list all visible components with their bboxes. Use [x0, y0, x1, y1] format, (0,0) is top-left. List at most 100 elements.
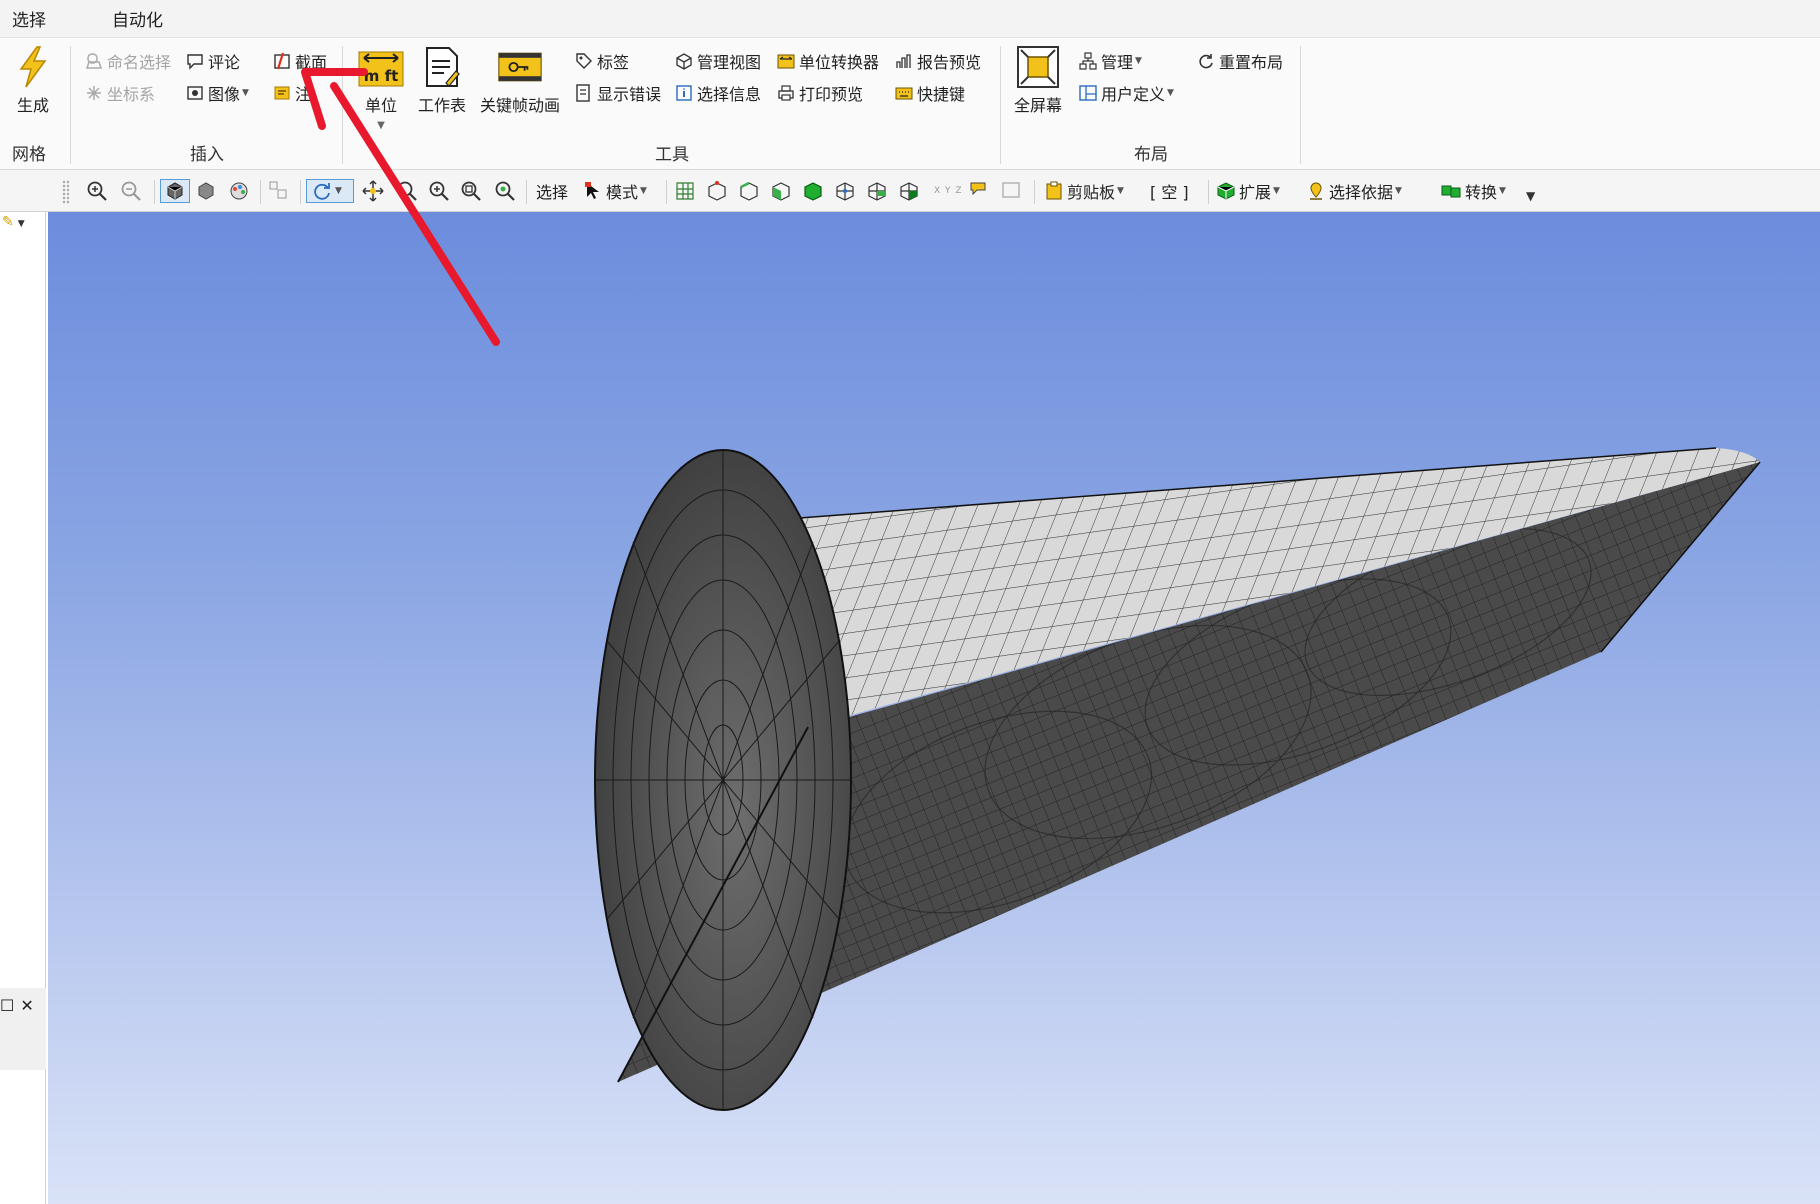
details-panel-strip: [0, 1022, 46, 1070]
annotation-button[interactable]: 注: [272, 80, 311, 106]
annotation-label: 注: [295, 85, 312, 104]
comment-button[interactable]: 评论: [185, 48, 240, 74]
zoom-in-icon[interactable]: [86, 179, 108, 203]
zoom-out-icon[interactable]: [120, 179, 142, 203]
print-preview-button[interactable]: 打印预览: [776, 80, 863, 106]
chevron-down-icon: ▼: [1273, 186, 1280, 196]
chevron-down-icon: ▼: [377, 120, 385, 131]
keyframe-animation-label: 关键帧动画: [480, 96, 561, 115]
rotate-mode-button[interactable]: ▼: [306, 179, 354, 203]
graphics-viewport[interactable]: [48, 212, 1820, 1204]
hierarchy-icon: [1078, 51, 1098, 71]
select-element-face-icon[interactable]: [866, 179, 888, 203]
graphics-toolbar: ▼ 选择 模式 ▼ X Y Z 剪贴板 ▼ [ 空 ] 扩展 ▼ 选择依据 ▼ …: [0, 170, 1820, 212]
select-mode-button[interactable]: 模式 ▼: [584, 179, 647, 203]
named-selection-label: 命名选择: [107, 53, 172, 72]
section-plane-icon: [272, 51, 292, 71]
group-label-insert: 插入: [190, 145, 224, 165]
toolbar-separator: [1208, 180, 1209, 204]
toolbar-separator: [260, 180, 261, 204]
worksheet-label: 工作表: [418, 96, 467, 115]
units-label: 单位: [364, 96, 397, 115]
ribbon: 生成 网格 命名选择 坐标系 评论 图像 ▼ 截面 注 插入 m ft 单位 ▼…: [0, 38, 1820, 170]
keyboard-icon: [894, 83, 914, 103]
extend-button[interactable]: 扩展 ▼: [1216, 179, 1280, 203]
probe-icon[interactable]: [968, 179, 990, 203]
views-cube-icon: [674, 51, 694, 71]
select-label: 选择: [536, 183, 569, 202]
image-button[interactable]: 图像 ▼: [185, 80, 249, 106]
report-preview-button[interactable]: 报告预览: [894, 48, 981, 74]
named-selection-icon: [84, 51, 104, 71]
generate-mesh-button[interactable]: 生成: [10, 44, 56, 116]
unit-converter-label: 单位转换器: [799, 53, 880, 72]
report-preview-label: 报告预览: [917, 53, 982, 72]
convert-button[interactable]: 转换 ▼: [1440, 179, 1506, 203]
select-element-icon[interactable]: [898, 179, 920, 203]
selection-info-label: 选择信息: [697, 85, 762, 104]
toolbar-separator: [666, 180, 667, 204]
manage-layout-button[interactable]: 管理 ▼: [1078, 48, 1142, 74]
pan-icon[interactable]: [362, 179, 384, 203]
chevron-down-icon: ▼: [1395, 186, 1402, 196]
shaded-view-icon[interactable]: [160, 179, 190, 203]
tab-automation[interactable]: 自动化: [100, 6, 175, 31]
fullscreen-button[interactable]: 全屏幕: [1014, 44, 1062, 116]
coordinate-system-button[interactable]: 坐标系: [84, 80, 155, 106]
tags-button[interactable]: 标签: [574, 48, 629, 74]
worksheet-button[interactable]: 工作表: [418, 44, 466, 116]
keyframe-animation-button[interactable]: 关键帧动画: [480, 44, 560, 116]
zoom-fit-icon[interactable]: [460, 179, 482, 203]
select-mesh-icon[interactable]: [674, 179, 696, 203]
fullscreen-icon: [1015, 44, 1061, 90]
group-separator: [70, 46, 71, 164]
selection-info-icon: [674, 83, 694, 103]
selection-info-button[interactable]: 选择信息: [674, 80, 761, 106]
extend-label: 扩展: [1239, 183, 1272, 202]
comment-icon: [185, 51, 205, 71]
unit-converter-button[interactable]: 单位转换器: [776, 48, 879, 74]
clipboard-label: 剪贴板: [1067, 183, 1116, 202]
shortcuts-button[interactable]: 快捷键: [894, 80, 965, 106]
manage-views-button[interactable]: 管理视图: [674, 48, 761, 74]
select-body-icon[interactable]: [802, 179, 824, 203]
toolbar-grip[interactable]: [62, 180, 70, 204]
box-zoom-icon[interactable]: [268, 179, 290, 203]
reset-layout-button[interactable]: 重置布局: [1196, 48, 1283, 74]
triad-icon[interactable]: X Y Z: [934, 179, 963, 203]
zoom-box-icon[interactable]: [428, 179, 450, 203]
cursor-icon: [585, 182, 599, 199]
clipboard-value: [ 空 ]: [1150, 183, 1189, 202]
worksheet-icon: [419, 44, 465, 90]
shortcuts-label: 快捷键: [917, 85, 966, 104]
group-label-mesh: 网格: [12, 145, 46, 165]
units-button[interactable]: m ft 单位 ▼: [358, 44, 404, 131]
section-plane-button[interactable]: 截面: [272, 48, 327, 74]
named-selection-button[interactable]: 命名选择: [84, 48, 171, 74]
select-node-icon[interactable]: [834, 179, 856, 203]
select-edge-icon[interactable]: [738, 179, 760, 203]
palette-icon[interactable]: [228, 179, 250, 203]
close-icon[interactable]: ✕: [20, 996, 33, 1015]
user-defined-label: 用户定义: [1101, 85, 1166, 104]
restore-icon[interactable]: ☐: [0, 996, 14, 1015]
select-by-button[interactable]: 选择依据 ▼: [1306, 179, 1402, 203]
chevron-down-icon: ▼: [1117, 186, 1124, 196]
meshed-half-cylinder-model[interactable]: [48, 212, 1820, 1204]
select-face-icon[interactable]: [770, 179, 792, 203]
user-defined-layout-button[interactable]: 用户定义 ▼: [1078, 80, 1174, 106]
toolbar-overflow-icon[interactable]: ▼: [1526, 184, 1535, 208]
location-pin-icon: [1310, 182, 1322, 200]
chevron-down-icon: ▼: [335, 186, 342, 196]
zoom-icon[interactable]: [396, 179, 418, 203]
show-errors-button[interactable]: 显示错误: [574, 80, 661, 106]
zoom-selection-icon[interactable]: [494, 179, 516, 203]
solid-view-icon[interactable]: [196, 179, 216, 203]
select-vertex-icon[interactable]: [706, 179, 728, 203]
clipboard-button[interactable]: 剪贴板 ▼: [1044, 179, 1124, 203]
comment-label: 评论: [208, 53, 241, 72]
tab-select[interactable]: 选择: [0, 6, 58, 31]
annotation-view-icon[interactable]: [1000, 179, 1022, 203]
manage-layout-label: 管理: [1101, 53, 1134, 72]
pencil-icon[interactable]: ✎ ▼: [2, 214, 25, 230]
